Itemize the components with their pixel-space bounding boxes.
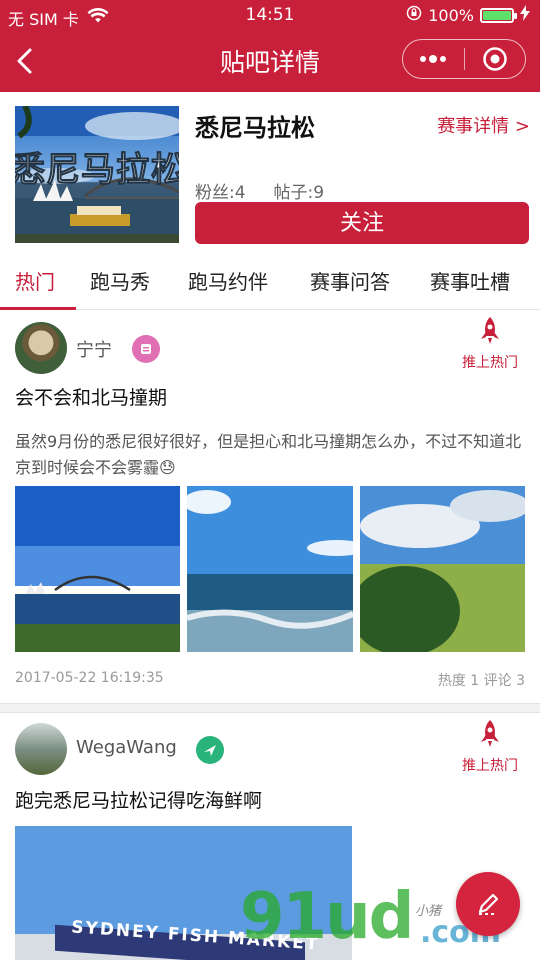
post-title[interactable]: 会不会和北马撞期 xyxy=(15,383,167,410)
category-tabs: 热门 跑马秀 跑马约伴 赛事问答 赛事吐槽 xyxy=(0,256,540,310)
cover-title: 悉尼马拉松 xyxy=(15,150,179,191)
boost-label: 推上热门 xyxy=(462,355,518,371)
post-photo[interactable] xyxy=(360,486,525,652)
navigation-bar: 贴吧详情 xyxy=(0,30,540,92)
post-meta: 2017-05-22 16:19:35 热度 1 评论 3 xyxy=(15,670,525,690)
battery-fill xyxy=(483,10,511,20)
bar-name: 悉尼马拉松 xyxy=(195,114,315,142)
post-photo[interactable] xyxy=(187,486,353,652)
rocket-icon xyxy=(481,317,499,344)
post-author[interactable]: WegaWang xyxy=(76,737,177,758)
tab-runner-show[interactable]: 跑马秀 xyxy=(90,266,150,295)
post-body: 虽然9月份的悉尼很好很好，但是担心和北马撞期怎么办，不过不知道北京到时候会不会雾… xyxy=(15,432,522,477)
site-watermark: 91ud xyxy=(240,880,414,954)
follow-button[interactable]: 关注 xyxy=(195,202,529,244)
post-card[interactable]: 宁宁 推上热门 会不会和北马撞期 虽然9月份的悉尼很好很好，但是担心和北马撞期怎… xyxy=(0,310,540,704)
posts-count: 帖子:9 xyxy=(273,183,325,203)
user-badge-icon xyxy=(196,736,224,764)
rocket-icon xyxy=(481,720,499,747)
tab-running-partners[interactable]: 跑马约伴 xyxy=(188,266,268,295)
status-bar: 无 SIM 卡 14:51 100% xyxy=(0,0,540,30)
charging-icon xyxy=(520,5,530,25)
fans-count: 粉丝:4 xyxy=(195,183,246,203)
boost-to-hot-button[interactable]: 推上热门 xyxy=(455,316,525,372)
post-timestamp: 2017-05-22 16:19:35 xyxy=(15,670,164,686)
event-details-link[interactable]: 赛事详情 > xyxy=(437,112,530,138)
post-author[interactable]: 宁宁 xyxy=(76,336,112,362)
bar-header: 悉尼马拉松 悉尼马拉松 赛事详情 > 粉丝:4 帖子:9 关注 xyxy=(15,106,530,246)
target-icon xyxy=(483,47,507,71)
top-bar: 无 SIM 卡 14:51 100% 贴吧详情 xyxy=(0,0,540,92)
post-photo[interactable] xyxy=(15,486,180,652)
orientation-lock-icon xyxy=(406,5,422,25)
boost-label: 推上热门 xyxy=(462,758,518,774)
more-dots-icon xyxy=(420,55,447,63)
compose-post-button[interactable] xyxy=(456,872,520,936)
post-stats: 热度 1 评论 3 xyxy=(437,673,525,689)
tab-hot[interactable]: 热门 xyxy=(15,266,55,295)
bar-cover-image: 悉尼马拉松 xyxy=(15,106,179,243)
miniapp-capsule xyxy=(402,39,526,79)
avatar[interactable] xyxy=(15,322,67,374)
avatar[interactable] xyxy=(15,723,67,775)
watermark-handwriting: 小猪 xyxy=(415,904,442,919)
battery-icon xyxy=(480,7,517,23)
post-title[interactable]: 跑完悉尼马拉松记得吃海鲜啊 xyxy=(15,786,262,813)
close-miniapp-button[interactable] xyxy=(465,40,526,78)
boost-to-hot-button[interactable]: 推上热门 xyxy=(455,719,525,775)
battery-percent: 100% xyxy=(428,5,474,25)
pencil-icon xyxy=(478,893,499,915)
divider xyxy=(0,703,540,713)
bar-stats: 粉丝:4 帖子:9 xyxy=(195,178,324,203)
more-button[interactable] xyxy=(403,40,464,78)
tab-event-complaints[interactable]: 赛事吐槽 xyxy=(430,266,510,295)
tab-event-qa[interactable]: 赛事问答 xyxy=(310,266,390,295)
user-badge-icon xyxy=(132,335,160,363)
